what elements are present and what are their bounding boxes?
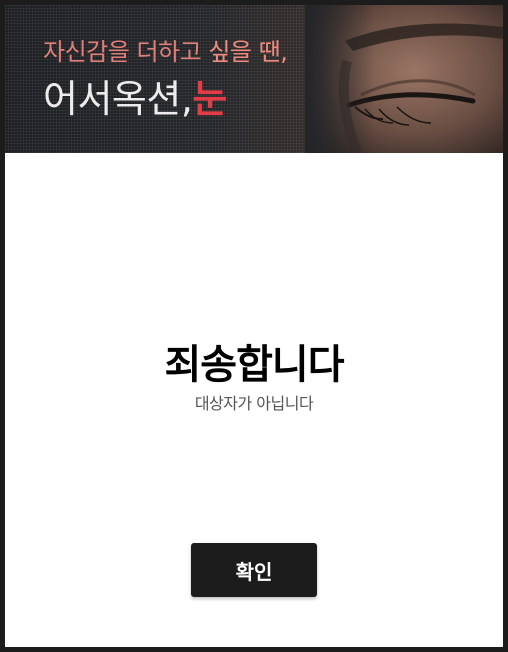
message-headline: 죄송합니다 <box>164 342 345 388</box>
popup-dialog: 자신감을 더하고 싶을 땐, 어서옥션,눈 죄송합니다 대상자가 아닙니다 확인 <box>0 0 508 652</box>
banner-title: 어서옥션,눈 <box>43 75 227 123</box>
brand-highlight: 눈 <box>192 77 227 121</box>
confirm-button[interactable]: 확인 <box>191 543 317 597</box>
woman-eye-image <box>305 5 503 153</box>
promo-banner: 자신감을 더하고 싶을 땐, 어서옥션,눈 <box>5 5 503 153</box>
brand-name: 어서옥션, <box>43 77 193 121</box>
message-subtext: 대상자가 아닙니다 <box>194 394 314 413</box>
tagline-highlight: 싶을 땐, <box>208 38 288 66</box>
message-area: 죄송합니다 대상자가 아닙니다 <box>5 341 503 415</box>
tagline-prefix: 자신감을 더하고 <box>43 38 209 66</box>
banner-tagline: 자신감을 더하고 싶을 땐, <box>43 35 288 69</box>
